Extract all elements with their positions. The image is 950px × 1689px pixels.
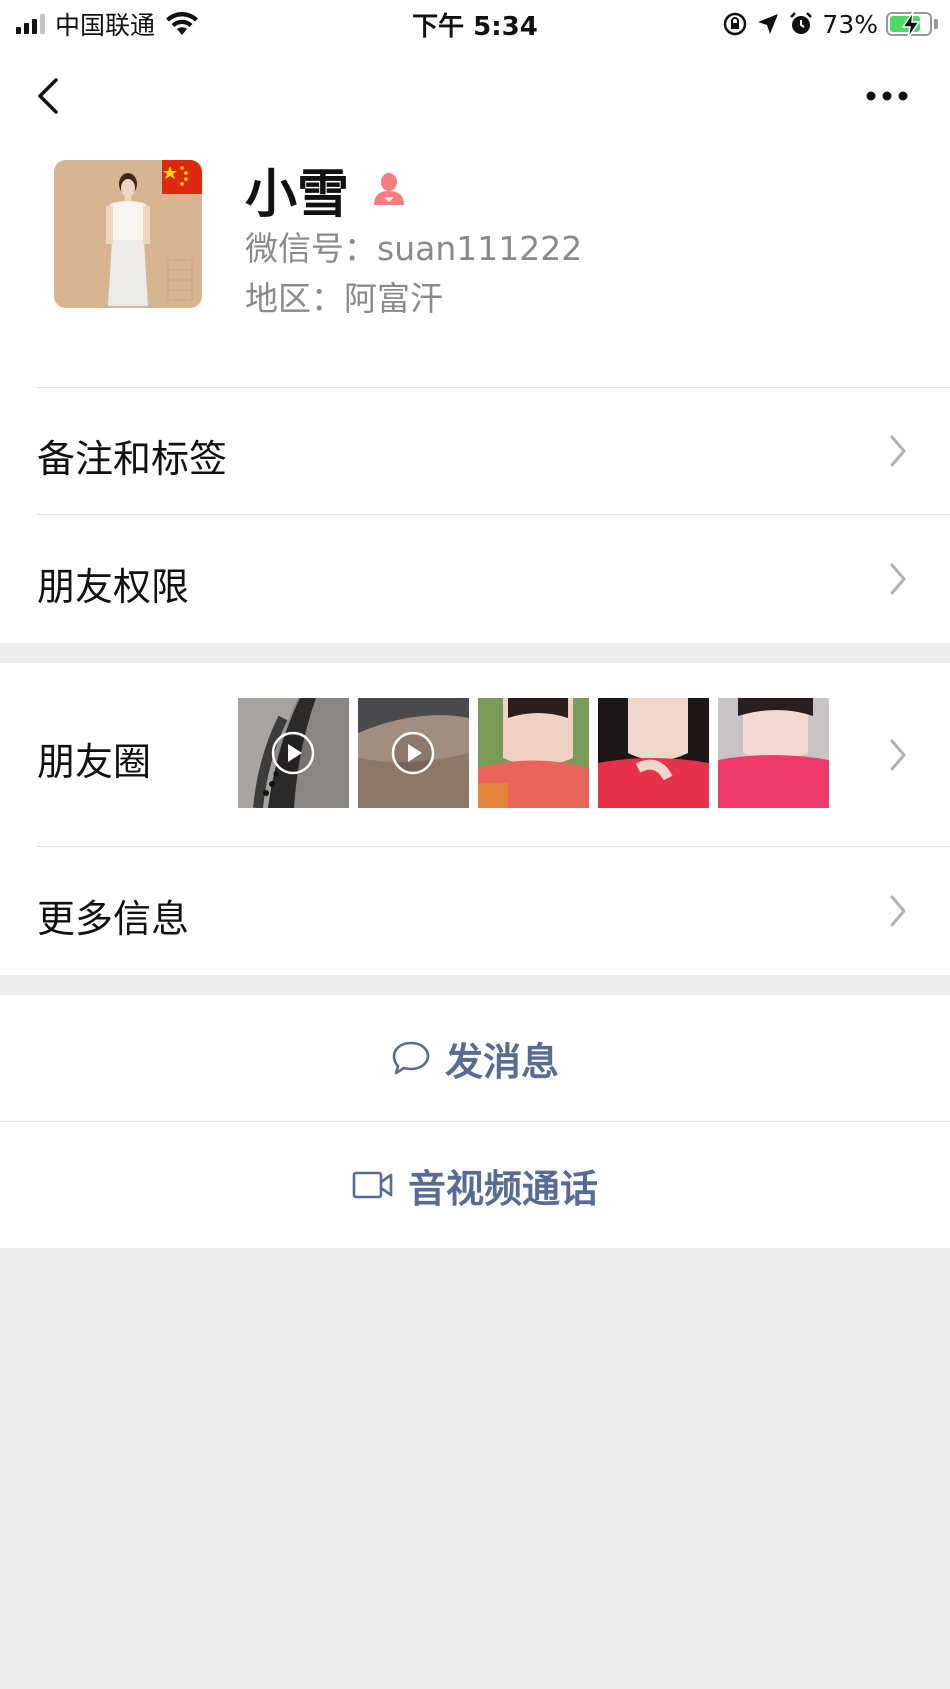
permissions-label: 朋友权限 [37, 565, 190, 609]
more-options-icon[interactable] [864, 84, 910, 108]
friend-permissions-row[interactable]: 朋友权限 [0, 515, 950, 643]
location-arrow-icon [758, 14, 779, 34]
moments-thumbnail[interactable] [598, 698, 709, 808]
back-icon[interactable] [30, 72, 70, 120]
chevron-right-icon [890, 563, 906, 595]
rotation-lock-icon [724, 12, 747, 36]
section-gap [0, 975, 950, 995]
send-message-button[interactable]: 发消息 [0, 995, 950, 1121]
charging-bolt-icon [901, 11, 921, 39]
moments-label: 朋友圈 [37, 740, 152, 784]
nav-bar [0, 48, 950, 144]
moments-row[interactable]: 朋友圈 [0, 663, 950, 847]
avatar[interactable] [54, 160, 202, 308]
chevron-right-icon [890, 739, 906, 771]
send-message-label: 发消息 [444, 1039, 559, 1084]
moments-thumbnail[interactable] [238, 698, 349, 808]
region: 地区：阿富汗 [245, 279, 443, 318]
battery-tip [934, 19, 938, 29]
wechat-id: 微信号：suan111222 [245, 229, 583, 268]
battery-icon [886, 11, 932, 39]
photo-thumbnail-image [718, 698, 829, 808]
play-icon [391, 731, 435, 775]
status-bar: 中国联通 下午 5:34 73% [0, 0, 950, 48]
battery-percent: 73% [822, 9, 878, 39]
avatar-image [54, 160, 202, 308]
moments-thumbnail[interactable] [358, 698, 469, 808]
photo-thumbnail-image [598, 698, 709, 808]
section-gap [0, 643, 950, 663]
female-icon [374, 173, 405, 205]
name-row: 小雪 [245, 154, 409, 225]
moments-thumbnail[interactable] [478, 698, 589, 808]
moments-thumbnails [238, 698, 829, 808]
chat-bubble-icon [392, 1041, 430, 1075]
more-info-row[interactable]: 更多信息 [0, 847, 950, 975]
play-icon [271, 731, 315, 775]
moments-thumbnail[interactable] [718, 698, 829, 808]
contact-profile-screen: 中国联通 下午 5:34 73% 小雪 微信号：suan111222 地区：阿富… [0, 0, 950, 1689]
chevron-right-icon [890, 895, 906, 927]
remarks-and-tags-row[interactable]: 备注和标签 [0, 388, 950, 515]
video-camera-icon [352, 1171, 393, 1199]
video-call-button[interactable]: 音视频通话 [0, 1122, 950, 1248]
photo-thumbnail-image [478, 698, 589, 808]
status-right: 73% [722, 8, 938, 40]
contact-name: 小雪 [245, 164, 350, 225]
video-call-label: 音视频通话 [407, 1166, 598, 1211]
more-info-label: 更多信息 [37, 897, 190, 941]
alarm-icon [790, 12, 813, 34]
profile-header: 小雪 微信号：suan111222 地区：阿富汗 [0, 144, 950, 388]
remarks-label: 备注和标签 [37, 437, 228, 481]
chevron-right-icon [890, 435, 906, 467]
